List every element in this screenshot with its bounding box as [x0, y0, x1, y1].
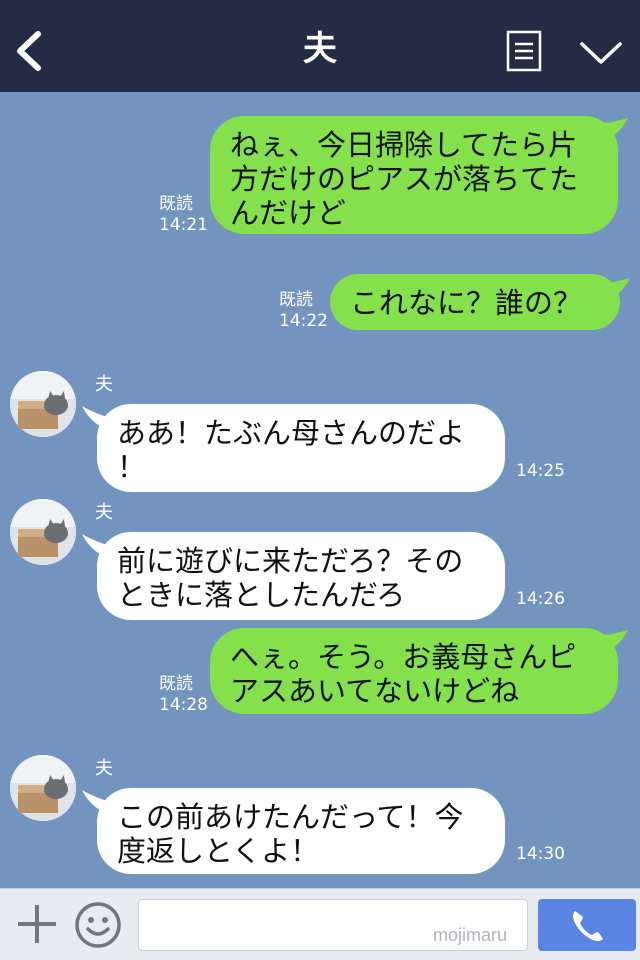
sender-name: 夫	[95, 758, 113, 779]
message-time: 14:21	[159, 215, 208, 235]
message-composer	[0, 888, 640, 960]
message-time: 14:25	[516, 461, 565, 481]
message-bubble-received[interactable]: ああ！たぶん母さんのだよ ！	[97, 404, 505, 492]
read-label: 既読	[159, 194, 193, 214]
message-time: 14:22	[279, 311, 328, 331]
message-time: 14:30	[516, 844, 565, 864]
call-button[interactable]	[538, 899, 636, 951]
cat-photo-icon	[10, 499, 76, 565]
avatar[interactable]	[10, 371, 76, 437]
message-bubble-received[interactable]: 前に遊びに来ただろ？その ときに落としたんだろ	[97, 532, 505, 620]
add-attachment-button[interactable]	[14, 901, 60, 947]
phone-icon	[573, 911, 603, 942]
chevron-left-icon	[17, 31, 41, 71]
sender-name: 夫	[95, 502, 113, 523]
cat-photo-icon	[10, 371, 76, 437]
avatar[interactable]	[10, 499, 76, 565]
chat-area[interactable]: 既読 14:21 ねぇ、今日掃除してたら片 方だけのピアスが落ちてた んだけど …	[0, 92, 640, 888]
smiley-icon	[75, 902, 121, 948]
message-bubble-sent[interactable]: へぇ。そう。お義母さんピ アスあいてないけどね	[210, 628, 618, 714]
back-button[interactable]	[10, 20, 54, 80]
read-label: 既読	[159, 674, 193, 694]
read-receipt: 既読 14:22	[279, 290, 328, 332]
message-bubble-sent[interactable]: ねぇ、今日掃除してたら片 方だけのピアスが落ちてた んだけど	[210, 116, 618, 234]
watermark: mojimaru	[433, 925, 508, 945]
read-receipt: 既読 14:21	[159, 194, 208, 236]
chat-header: 夫	[0, 0, 640, 92]
message-time: 14:26	[516, 589, 565, 609]
menu-list-icon	[506, 30, 542, 72]
cat-photo-icon	[10, 755, 76, 821]
collapse-button[interactable]	[574, 28, 628, 76]
plus-icon	[18, 905, 56, 943]
avatar[interactable]	[10, 755, 76, 821]
menu-button[interactable]	[506, 30, 542, 72]
message-bubble-received[interactable]: この前あけたんだって！今 度返しとくよ！	[97, 788, 505, 874]
message-time: 14:28	[159, 695, 208, 715]
read-receipt: 既読 14:28	[159, 674, 208, 716]
emoji-button[interactable]	[74, 901, 122, 949]
chevron-down-icon	[580, 42, 622, 64]
message-bubble-sent[interactable]: これなに？誰の？	[330, 274, 620, 330]
sender-name: 夫	[95, 374, 113, 395]
read-label: 既読	[279, 290, 313, 310]
page-title: 夫	[303, 29, 337, 69]
